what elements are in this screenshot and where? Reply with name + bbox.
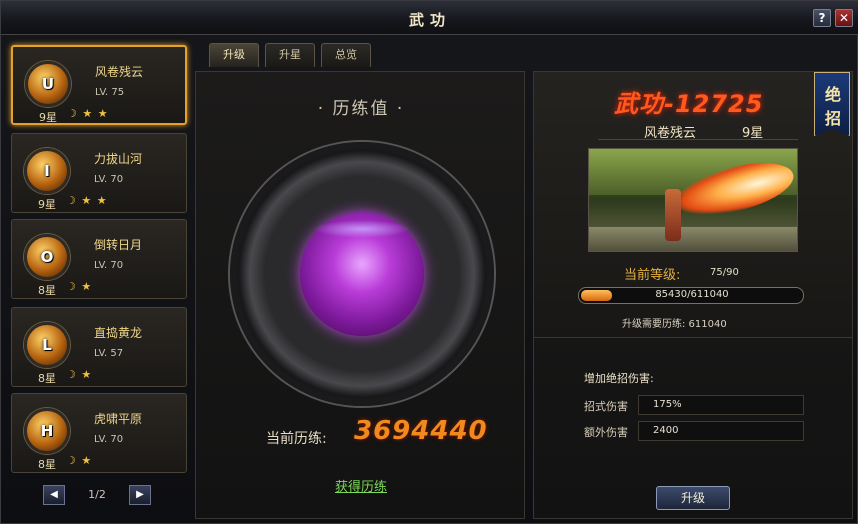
get-training-link[interactable]: 获得历练: [196, 476, 526, 495]
level-label: 当前等级:: [624, 268, 681, 283]
skill-stars: 9星: [39, 111, 57, 124]
skill-level: LV. 70: [94, 434, 124, 445]
training-panel: · 历练值 · 当前历练: 3694440 获得历练: [195, 71, 525, 519]
tab-star-up[interactable]: 升星: [265, 43, 315, 67]
skill-window: 武功 ? ✕ U 风卷残云 LV. 75 9星 ☽ ★ ★ I 力拔山河 LV.…: [0, 0, 858, 524]
skill-level: LV. 57: [94, 348, 124, 359]
stat-value-move-damage: 175%: [638, 395, 804, 415]
badge-char: 招: [824, 109, 841, 128]
skill-power: 武功-12725: [614, 90, 764, 118]
skill-icon: L: [24, 322, 70, 368]
skill-icon: H: [24, 408, 70, 454]
skill-name: 虎啸平原: [94, 412, 143, 426]
skill-name: 风卷残云: [95, 65, 144, 79]
stat-label-move-damage: 招式伤害: [584, 400, 628, 413]
preview-character: [665, 189, 681, 241]
skill-level: LV. 70: [94, 174, 124, 185]
bonus-title: 增加绝招伤害:: [584, 372, 654, 385]
hotkey-label: I: [44, 162, 50, 180]
skill-detail-top: 武功-12725 绝 招 风卷残云 9星 当前等级: 75/90 85430/6…: [534, 72, 852, 338]
stat-label-extra-damage: 额外伤害: [584, 426, 628, 439]
skill-level: LV. 70: [94, 260, 124, 271]
level-value: 75/90: [710, 267, 739, 278]
prev-page-button[interactable]: ◀: [43, 485, 65, 505]
skill-item-u[interactable]: U 风卷残云 LV. 75 9星 ☽ ★ ★: [11, 45, 187, 125]
star-icons: ☽ ★ ★: [67, 107, 109, 120]
window-title: 武功: [408, 11, 451, 29]
skill-icon: U: [25, 61, 71, 107]
skill-stars: 8星: [38, 284, 56, 297]
skill-item-l[interactable]: L 直捣黄龙 LV. 57 8星 ☽ ★: [11, 307, 187, 387]
skill-level: LV. 75: [95, 87, 125, 98]
title-bar: 武功 ? ✕: [1, 1, 858, 35]
badge-char: 绝: [824, 85, 841, 104]
skill-stars: 9星: [38, 198, 56, 211]
tab-overview[interactable]: 总览: [321, 43, 371, 67]
hotkey-label: U: [41, 75, 55, 93]
current-training-value: 3694440: [354, 416, 488, 446]
skill-detail-panel: 武功-12725 绝 招 风卷残云 9星 当前等级: 75/90 85430/6…: [533, 71, 853, 519]
skill-icon: O: [24, 234, 70, 280]
orb-shine: [314, 220, 410, 238]
upgrade-button[interactable]: 升级: [656, 486, 730, 510]
close-icon[interactable]: ✕: [835, 9, 853, 27]
tab-upgrade[interactable]: 升级: [209, 43, 259, 67]
skill-list: U 风卷残云 LV. 75 9星 ☽ ★ ★ I 力拔山河 LV. 70 9星 …: [7, 43, 189, 475]
help-icon[interactable]: ?: [813, 9, 831, 27]
hotkey-label: H: [40, 422, 54, 440]
exp-progress-bar: 85430/611040: [578, 287, 804, 304]
upgrade-requirement: 升级需要历练: 611040: [622, 319, 727, 330]
hotkey-label: O: [40, 248, 54, 266]
skill-item-o[interactable]: O 倒转日月 LV. 70 8星 ☽ ★: [11, 219, 187, 299]
ultimate-badge: 绝 招: [814, 72, 850, 136]
skill-item-h[interactable]: H 虎啸平原 LV. 70 8星 ☽ ★: [11, 393, 187, 473]
skill-stars: 8星: [38, 372, 56, 385]
star-icons: ☽ ★: [66, 454, 93, 467]
skill-name: 力拔山河: [94, 152, 143, 166]
skill-item-i[interactable]: I 力拔山河 LV. 70 9星 ☽ ★ ★: [11, 133, 187, 213]
star-icons: ☽ ★: [66, 280, 93, 293]
star-icons: ☽ ★: [66, 368, 93, 381]
skill-name: 直捣黄龙: [94, 326, 143, 340]
preview-ground: [589, 227, 797, 251]
page-indicator: 1/2: [88, 488, 106, 501]
detail-skill-stars: 9星: [742, 126, 764, 141]
training-title: · 历练值 ·: [317, 99, 405, 119]
stat-value-extra-damage: 2400: [638, 421, 804, 441]
skill-header: 风卷残云 9星: [598, 122, 798, 141]
star-icons: ☽ ★ ★: [66, 194, 108, 207]
skill-icon: I: [24, 148, 70, 194]
exp-progress-text: 85430/611040: [655, 289, 729, 300]
next-page-button[interactable]: ▶: [129, 485, 151, 505]
skill-name: 倒转日月: [94, 238, 143, 252]
skill-stars: 8星: [38, 458, 56, 471]
hotkey-label: L: [42, 336, 52, 354]
current-training-label: 当前历练:: [266, 431, 327, 447]
detail-skill-name: 风卷残云: [644, 126, 697, 141]
skill-preview-image: [588, 148, 798, 252]
pager: ◀ 1/2 ▶: [43, 485, 151, 507]
